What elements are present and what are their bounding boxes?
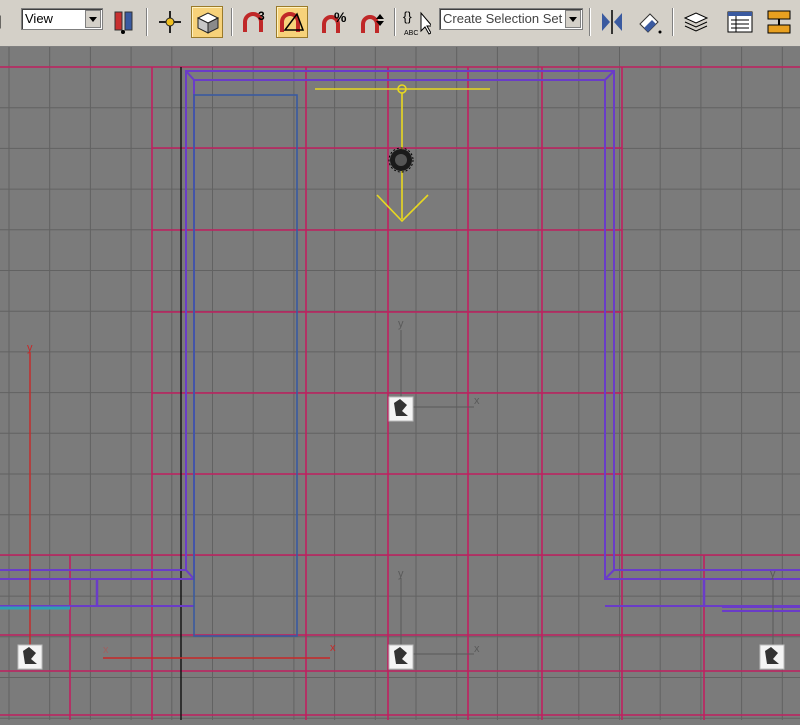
- toolbar-separator: [146, 8, 148, 36]
- helper-object-icon[interactable]: [388, 396, 414, 422]
- mirror-button[interactable]: [596, 6, 628, 38]
- svg-text:{}: {}: [403, 9, 412, 24]
- percent-snap-icon: %: [322, 9, 347, 33]
- helper-object-icon[interactable]: [388, 644, 414, 670]
- schematic-view-icon: [767, 10, 791, 34]
- named-selection-set-value: Create Selection Set: [443, 11, 563, 26]
- gizmo-x-label-faint: x: [103, 644, 109, 656]
- viewport-canvas[interactable]: y x x y x y x y: [0, 47, 800, 720]
- svg-text:3: 3: [258, 9, 265, 23]
- align-button[interactable]: [633, 6, 665, 38]
- svg-text:%: %: [334, 9, 347, 25]
- reference-coordinate-value: View: [25, 11, 53, 26]
- select-and-manipulate-button[interactable]: [154, 6, 186, 38]
- toolbar-separator: [589, 8, 591, 36]
- gizmo-x-label: x: [330, 642, 336, 654]
- tripod-x-label: x: [474, 643, 480, 655]
- spinner-snap-icon: [361, 14, 384, 33]
- chevron-down-icon[interactable]: [565, 10, 581, 28]
- keyboard-shortcut-override-icon: [196, 12, 220, 34]
- curve-editor-button[interactable]: [724, 6, 756, 38]
- tripod-x-label: x: [474, 395, 480, 407]
- gizmo-y-label: y: [27, 342, 33, 354]
- toolbar-separator: [394, 8, 396, 36]
- mirror-icon: [602, 10, 622, 34]
- main-toolbar: View 3 % {} ABC Create Selection Set: [0, 0, 800, 47]
- align-icon: [639, 13, 662, 34]
- tripod-y-label: y: [398, 568, 404, 580]
- viewport[interactable]: y x x y x y x y: [0, 47, 800, 720]
- toolbar-separator: [231, 8, 233, 36]
- tripod-y-label: y: [398, 318, 404, 330]
- tripod-y-label: y: [770, 568, 776, 580]
- named-selection-set-dropdown[interactable]: Create Selection Set: [439, 8, 583, 30]
- angle-snap-button[interactable]: [276, 6, 308, 38]
- use-pivot-center-button[interactable]: [108, 6, 140, 38]
- chevron-down-icon[interactable]: [85, 10, 101, 28]
- helper-object-icon[interactable]: [759, 644, 785, 670]
- edit-named-selection-button[interactable]: {} ABC: [400, 6, 432, 38]
- reference-coordinate-dropdown[interactable]: View: [21, 8, 103, 30]
- schematic-view-button[interactable]: [763, 6, 795, 38]
- curve-editor-icon: [727, 11, 753, 33]
- snaps-toggle-button[interactable]: 3: [238, 6, 270, 38]
- use-pivot-center-icon: [114, 11, 133, 34]
- angle-snap-icon: [280, 12, 305, 32]
- select-object-button[interactable]: [0, 6, 10, 38]
- snaps-toggle-3d-icon: 3: [243, 9, 265, 32]
- select-and-manipulate-icon: [159, 11, 181, 33]
- spinner-snap-button[interactable]: [357, 6, 389, 38]
- helper-object-icon[interactable]: [17, 644, 43, 670]
- layer-manager-icon: [683, 12, 709, 32]
- select-object-icon: [0, 15, 1, 29]
- layer-manager-button[interactable]: [680, 6, 712, 38]
- keyboard-shortcut-override-button[interactable]: [191, 6, 223, 38]
- toolbar-separator: [672, 8, 674, 36]
- percent-snap-button[interactable]: %: [318, 6, 350, 38]
- svg-text:ABC: ABC: [404, 30, 418, 37]
- edit-named-selection-icon: {} ABC: [403, 9, 431, 37]
